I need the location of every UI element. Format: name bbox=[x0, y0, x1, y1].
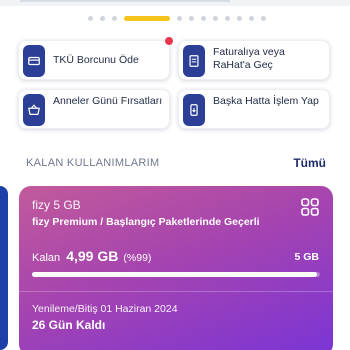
remaining-amount: 4,99 GB bbox=[66, 248, 119, 264]
package-total: 5 GB bbox=[294, 251, 319, 263]
remaining-row: Kalan 4,99 GB (%99) bbox=[32, 248, 151, 264]
carousel-dot[interactable] bbox=[213, 16, 218, 21]
carousel-dot[interactable] bbox=[261, 16, 266, 21]
top-strip bbox=[0, 0, 350, 6]
remaining-percent: (%99) bbox=[123, 252, 152, 264]
carousel-dot[interactable] bbox=[201, 16, 206, 21]
card-icon bbox=[23, 45, 45, 77]
carousel-dot-active[interactable] bbox=[124, 16, 170, 21]
days-left: 26 Gün Kaldı bbox=[32, 318, 106, 332]
grid-icon[interactable] bbox=[301, 198, 319, 216]
basket-icon bbox=[23, 94, 45, 126]
carousel-dot[interactable] bbox=[100, 16, 105, 21]
see-all-link[interactable]: Tümü bbox=[293, 156, 326, 170]
previous-card-edge[interactable] bbox=[0, 186, 8, 350]
quick-action-switch-plan[interactable]: Faturalıya veya RaHat'a Geç bbox=[178, 40, 330, 80]
carousel-dot[interactable] bbox=[225, 16, 230, 21]
carousel-dot[interactable] bbox=[249, 16, 254, 21]
carousel-dot[interactable] bbox=[237, 16, 242, 21]
usage-progress-fill bbox=[32, 272, 318, 277]
carousel-dot[interactable] bbox=[177, 16, 182, 21]
quick-action-other-line[interactable]: Başka Hatta İşlem Yap bbox=[178, 89, 330, 129]
usage-progress-track bbox=[32, 272, 320, 277]
quick-action-label: TKÜ Borcunu Öde bbox=[53, 54, 139, 66]
package-validity: fizy Premium / Başlangıç Paketlerinde Ge… bbox=[32, 216, 260, 228]
package-name: fizy 5 GB bbox=[32, 198, 81, 212]
carousel-dot[interactable] bbox=[88, 16, 93, 21]
remaining-label: Kalan bbox=[32, 252, 61, 264]
top-strip-bar bbox=[20, 0, 230, 2]
quick-action-pay-debt[interactable]: TKÜ Borcunu Öde bbox=[18, 37, 173, 80]
phone-transfer-icon bbox=[183, 94, 205, 126]
renewal-date: Yenileme/Bitiş 01 Haziran 2024 bbox=[32, 303, 178, 315]
document-icon bbox=[183, 45, 205, 77]
quick-action-mothers-day[interactable]: Anneler Günü Fırsatları bbox=[18, 89, 170, 129]
carousel-indicator bbox=[0, 15, 350, 23]
quick-action-label: Başka Hatta İşlem Yap bbox=[213, 95, 319, 107]
carousel-dot[interactable] bbox=[189, 16, 194, 21]
divider bbox=[19, 291, 333, 292]
quick-action-label: Faturalıya veya RaHat'a Geç bbox=[213, 46, 285, 71]
notification-dot bbox=[165, 37, 173, 45]
package-card[interactable]: fizy 5 GB fizy Premium / Başlangıç Paket… bbox=[19, 186, 333, 350]
section-title: KALAN KULLANIMLARIM bbox=[26, 157, 160, 169]
quick-action-label: Anneler Günü Fırsatları bbox=[53, 95, 163, 107]
carousel-dot[interactable] bbox=[112, 16, 117, 21]
